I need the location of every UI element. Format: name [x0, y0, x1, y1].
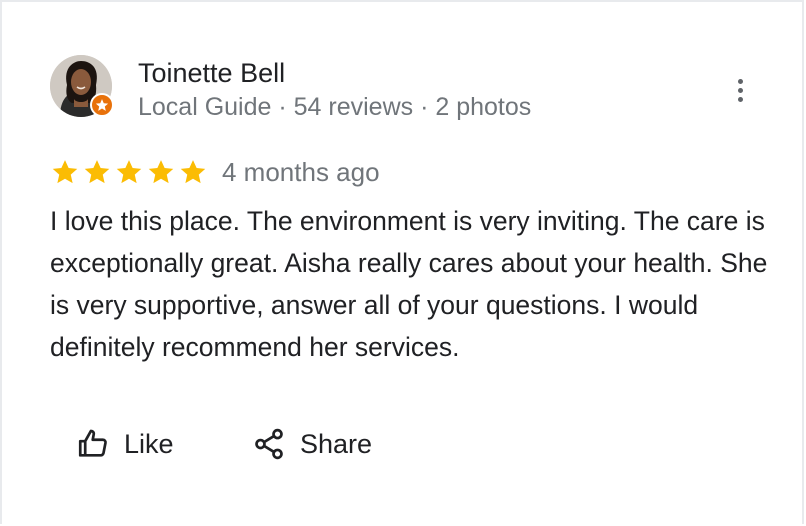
more-vert-icon[interactable] — [724, 72, 756, 108]
star-icon — [148, 160, 174, 184]
star-rating — [50, 157, 208, 187]
share-button[interactable]: Share — [252, 424, 372, 464]
review-card: Toinette Bell Local Guide · 54 reviews ·… — [0, 0, 804, 524]
thumb-up-icon — [78, 429, 107, 457]
like-label: Like — [124, 428, 174, 459]
star-icon — [52, 160, 78, 184]
author-name[interactable]: Toinette Bell — [138, 58, 285, 88]
review-text: I love this place. The environment is ve… — [50, 206, 768, 362]
star-icon — [180, 160, 206, 184]
share-icon — [255, 428, 283, 460]
avatar[interactable] — [50, 55, 114, 117]
star-icon — [116, 160, 142, 184]
author-meta[interactable]: Local Guide · 54 reviews · 2 photos — [138, 92, 531, 122]
review-age: 4 months ago — [222, 157, 380, 187]
share-label: Share — [300, 428, 373, 459]
local-guide-star-icon — [90, 93, 114, 117]
star-icon — [84, 160, 110, 184]
like-button[interactable]: Like — [76, 424, 174, 464]
